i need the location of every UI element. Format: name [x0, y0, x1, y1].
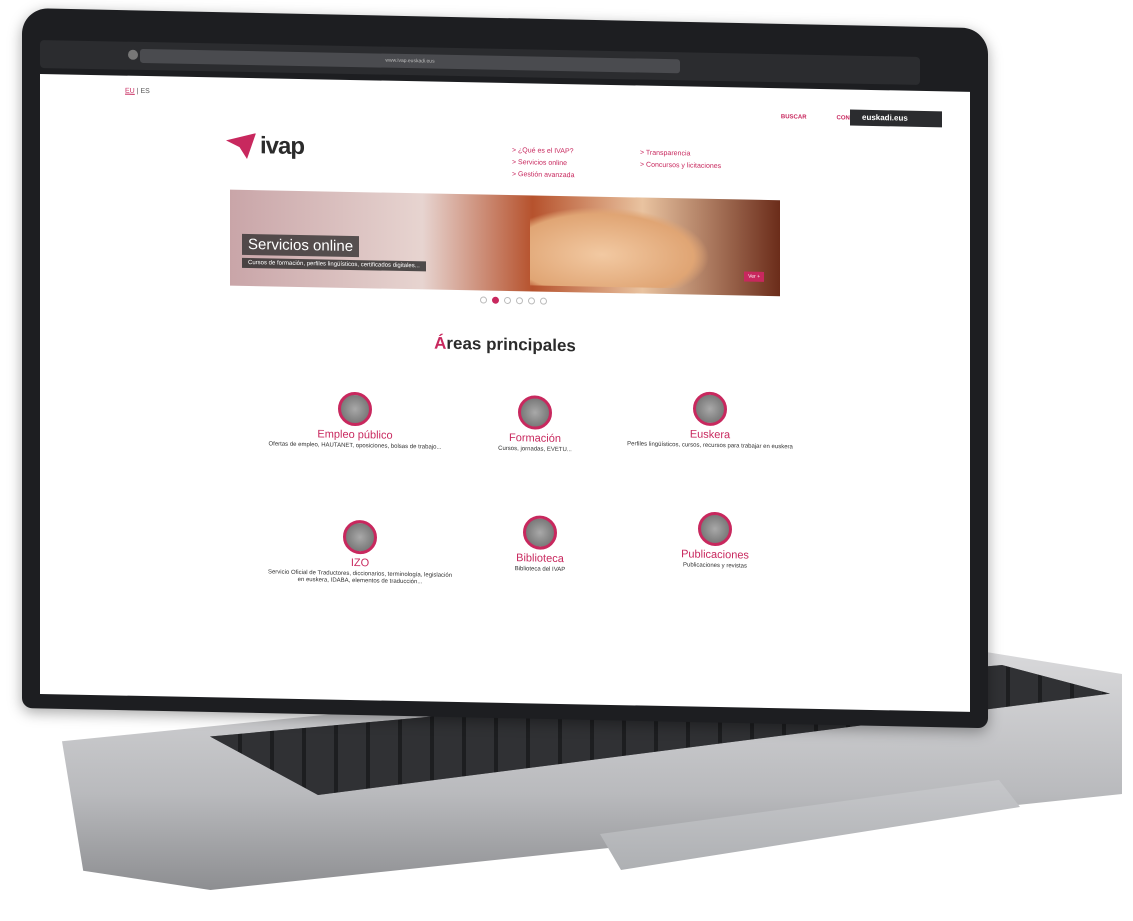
- ivap-logo[interactable]: ivap: [226, 132, 304, 161]
- euskadi-link[interactable]: euskadi.eus: [850, 109, 942, 128]
- section-title: Áreas principales: [40, 326, 970, 364]
- area-desc: Cursos, jornadas, EVETU...: [498, 445, 572, 454]
- language-switcher: EU | ES: [125, 88, 150, 95]
- area-euskera[interactable]: Euskera Perfiles lingüísticos, cursos, r…: [615, 390, 805, 452]
- hero-banner[interactable]: Servicios online Cursos de formación, pe…: [230, 189, 780, 297]
- carousel-dot[interactable]: [528, 297, 535, 305]
- area-desc: Perfiles lingüísticos, cursos, recursos …: [627, 441, 793, 451]
- euskera-icon: [693, 391, 727, 427]
- lang-separator: |: [136, 87, 139, 95]
- area-empleo[interactable]: Empleo público Ofertas de empleo, HAUTAN…: [260, 390, 450, 452]
- carousel-dot[interactable]: [516, 297, 523, 305]
- link-gestion-avanzada[interactable]: > Gestión avanzada: [512, 169, 574, 182]
- formacion-icon: [518, 395, 552, 430]
- browser-icon[interactable]: [128, 49, 138, 60]
- hero-subtitle: Cursos de formación, perfiles lingüístic…: [242, 257, 426, 272]
- hero-title: Servicios online: [242, 233, 360, 258]
- area-name: Formación: [509, 432, 561, 446]
- carousel-dots: [480, 296, 547, 305]
- carousel-dot-active[interactable]: [492, 296, 499, 304]
- link-concursos[interactable]: > Concursos y licitaciones: [640, 160, 721, 174]
- area-formacion[interactable]: Formación Cursos, jornadas, EVETU...: [440, 394, 630, 456]
- search-link[interactable]: BUSCAR: [781, 114, 807, 120]
- section-title-initial: Á: [434, 333, 447, 353]
- area-name: Publicaciones: [681, 548, 749, 562]
- main-links-col2: > Transparencia > Concursos y licitacion…: [640, 148, 721, 174]
- area-name: Euskera: [689, 428, 731, 442]
- area-name: Biblioteca: [516, 552, 564, 566]
- carousel-dot[interactable]: [504, 296, 511, 305]
- empleo-icon: [338, 391, 372, 427]
- area-publicaciones[interactable]: Publicaciones Publicaciones y revistas: [620, 510, 810, 572]
- lang-eu-link[interactable]: EU: [125, 88, 135, 95]
- biblioteca-icon: [523, 515, 557, 550]
- area-desc: Biblioteca del IVAP: [514, 566, 566, 574]
- area-biblioteca[interactable]: Biblioteca Biblioteca del IVAP: [445, 514, 635, 576]
- hero-more-button[interactable]: Ver +: [744, 271, 764, 282]
- publicaciones-icon: [698, 511, 732, 547]
- web-page: EU | ES BUSCAR CONTACTO euskadi.eus ivap…: [40, 74, 970, 712]
- izo-icon: [343, 519, 377, 555]
- address-bar[interactable]: www.ivap.euskadi.eus: [140, 48, 680, 74]
- area-desc: Publicaciones y revistas: [682, 562, 748, 570]
- carousel-dot[interactable]: [540, 297, 547, 305]
- hero-image: [530, 205, 710, 289]
- area-desc: Servicio Oficial de Traductores, diccion…: [267, 569, 453, 586]
- area-izo[interactable]: IZO Servicio Oficial de Traductores, dic…: [265, 518, 455, 587]
- area-name: Empleo público: [317, 428, 393, 442]
- main-links-col1: > ¿Qué es el IVAP? > Servicios online > …: [512, 145, 574, 182]
- section-title-rest: reas principales: [446, 333, 576, 356]
- area-desc: Ofertas de empleo, HAUTANET, oposiciones…: [268, 441, 442, 451]
- area-name: IZO: [350, 556, 370, 570]
- logo-text: ivap: [260, 132, 305, 161]
- carousel-dot[interactable]: [480, 296, 487, 304]
- logo-mark-icon: [226, 133, 256, 160]
- lang-es-link[interactable]: ES: [140, 88, 149, 95]
